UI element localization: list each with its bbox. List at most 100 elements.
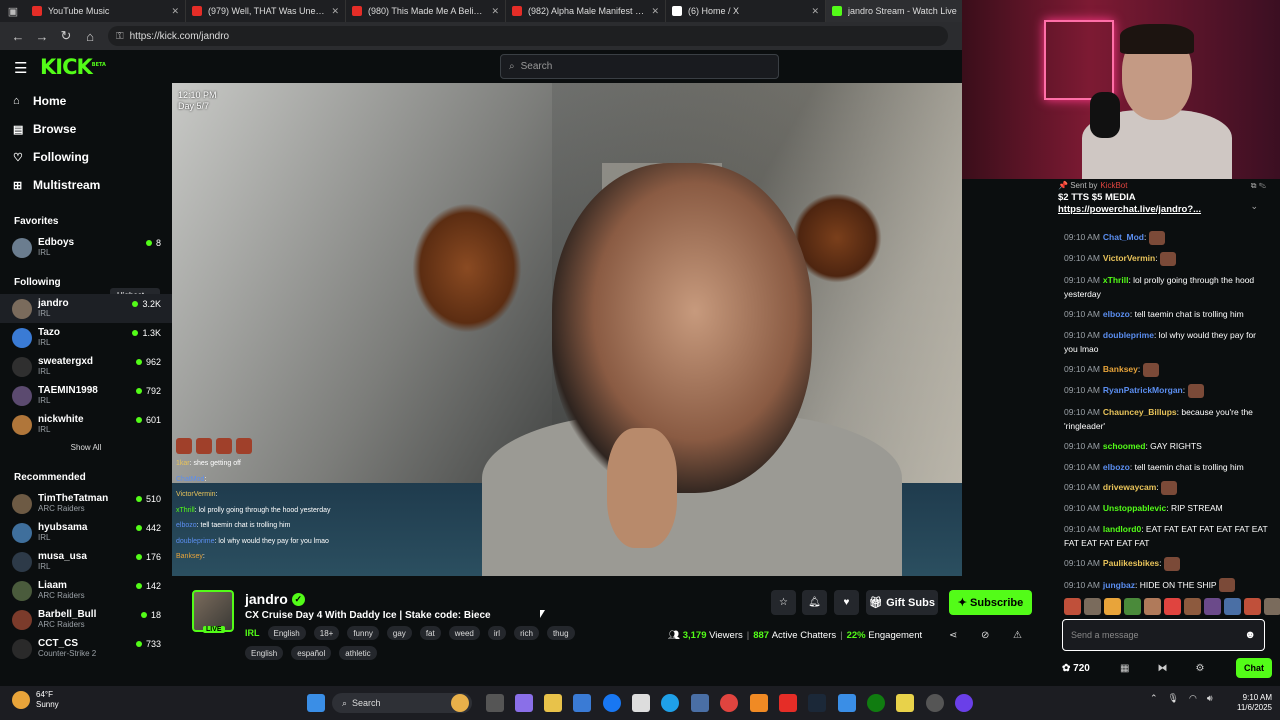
volume-icon[interactable]: 🔊︎ [1207,693,1213,704]
taskbar-clock[interactable]: 9:10 AM 11/6/2025 [1228,693,1272,713]
message-user[interactable]: landlord0 [1103,524,1141,534]
emoji-icon[interactable]: ☻ [1244,629,1256,641]
store-app-icon[interactable] [573,694,591,712]
message-user[interactable]: Unstoppablevic [1103,503,1166,513]
message-user[interactable]: Chat_Mod [1103,232,1144,242]
tag-chip[interactable]: thug [546,626,575,640]
message-user[interactable]: jungbaz [1103,580,1135,590]
pause-chat-icon[interactable]: ⧓ [1157,663,1167,674]
tab-close-icon[interactable]: ✕ [331,6,339,17]
hide-icon[interactable]: ⊘ [981,630,989,641]
hamburger-menu-icon[interactable]: ☰ [14,59,27,77]
copilot-icon[interactable] [515,694,533,712]
channel-item[interactable]: TAEMIN1998 IRL 792 [0,381,172,410]
pin-options-icon[interactable]: ⧉ ✎ [1251,181,1266,191]
channel-item[interactable]: Liaam ARC Raiders 142 [0,576,172,605]
emote[interactable] [1244,598,1261,615]
show-all-button[interactable]: Show All [0,439,172,457]
forward-icon[interactable]: → [30,29,54,44]
message-user[interactable]: doubleprime [1103,330,1154,340]
message-user[interactable]: elbozo [1103,309,1130,319]
site-info-icon[interactable]: ⚿ [116,31,124,42]
message-user[interactable]: RyanPatrickMorgan [1103,385,1183,395]
notes-icon[interactable] [896,694,914,712]
emote[interactable] [1064,598,1081,615]
message-user[interactable]: Paulikesbikes [1103,558,1159,568]
browser-tab[interactable]: (980) This Made Me A Believer in ✕ [346,0,506,22]
chrome-icon[interactable] [720,694,738,712]
gift-subs-button[interactable]: 🎁︎ Gift Subs [866,590,938,615]
pinned-link[interactable]: https://powerchat.live/jandro?... [1058,204,1272,216]
search-input[interactable]: ⌕ Search [500,54,779,79]
send-chat-button[interactable]: Chat [1236,658,1272,678]
home-icon[interactable]: ⌂ [78,29,102,44]
obs-icon[interactable] [955,694,973,712]
message-user[interactable]: drivewaycam [1103,482,1156,492]
tag-chip[interactable]: rich [514,626,539,640]
emote[interactable] [1224,598,1241,615]
channel-points[interactable]: ✿ 720 [1062,663,1112,674]
report-icon[interactable]: ⚠ [1013,630,1022,641]
channel-item[interactable]: hyubsama IRL 442 [0,518,172,547]
notifications-button[interactable]: 🔔︎ [802,590,827,615]
reload-icon[interactable]: ↻ [54,28,78,44]
settings-gear-icon[interactable]: ⚙ [1195,663,1204,674]
tag-chip[interactable]: fat [419,626,441,640]
tag-chip[interactable]: gay [386,626,412,640]
channel-item[interactable]: Barbell_Bull ARC Raiders 18 [0,605,172,634]
task-view-icon[interactable] [486,694,504,712]
sidebar-nav-browse[interactable]: ▤ Browse [0,115,172,143]
tray-chevron-icon[interactable]: ⌃ [1150,693,1158,704]
message-user[interactable]: Chauncey_Billups [1103,407,1177,417]
wifi-icon[interactable]: ◠ [1189,693,1197,704]
channel-item[interactable]: jandro IRL 3.2K [0,294,172,323]
channel-item[interactable]: CCT_CS Counter-Strike 2 733 [0,634,172,663]
app-icon[interactable] [838,694,856,712]
browser-tab[interactable]: (982) Alpha Male Manifest Guru ✕ [506,0,666,22]
browser-tab[interactable]: (979) Well, THAT Was Unexpected ✕ [186,0,346,22]
emote[interactable] [1264,598,1280,615]
kick-logo[interactable]: KICKBETA [40,55,106,79]
url-field[interactable]: ⚿ https://kick.com/jandro [108,26,948,46]
channel-item[interactable]: Tazo IRL 1.3K [0,323,172,352]
tag-chip[interactable]: español [291,646,332,660]
amazon-icon[interactable] [632,694,650,712]
store-icon[interactable]: ▦ [1120,663,1129,674]
emote[interactable] [1164,598,1181,615]
channel-name[interactable]: jandro ✓ [245,591,305,607]
edge-icon[interactable] [661,694,679,712]
tag-chip[interactable]: English [245,646,284,660]
tag-chip[interactable]: 18+ [313,626,340,640]
video-player[interactable]: 12:10 PM Day 5/7 1kar: shes getting off C… [172,83,962,576]
emote[interactable] [1124,598,1141,615]
tab-close-icon[interactable]: ✕ [171,6,179,17]
recording-icon[interactable] [926,694,944,712]
vlc-icon[interactable] [750,694,768,712]
back-icon[interactable]: ← [6,29,30,44]
emote[interactable] [1104,598,1121,615]
file-explorer-icon[interactable] [544,694,562,712]
emote[interactable] [1204,598,1221,615]
share-icon[interactable]: ⋖ [949,630,957,641]
tag-chip[interactable]: English [267,626,306,640]
tab-close-icon[interactable]: ✕ [491,6,499,17]
message-user[interactable]: schoomed [1103,441,1146,451]
mic-icon[interactable]: 🎙︎ [1168,693,1179,704]
tag-chip[interactable]: athletic [339,646,377,660]
subscribe-button[interactable]: ✦ Subscribe [949,590,1032,615]
tab-close-icon[interactable]: ✕ [811,6,819,17]
message-user[interactable]: VictorVermin [1103,253,1155,263]
tag-chip[interactable]: weed [448,626,480,640]
channel-item[interactable]: sweatergxd IRL 962 [0,352,172,381]
sidebar-nav-home[interactable]: ⌂ Home [0,87,172,115]
window-menu-icon[interactable]: ▣ [0,0,26,22]
sidebar-nav-multistream[interactable]: ⊞ Multistream [0,171,172,199]
expand-chevron-icon[interactable]: ⌄ [1250,201,1258,212]
facebook-icon[interactable] [603,694,621,712]
tab-close-icon[interactable]: ✕ [651,6,659,17]
browser-tab[interactable]: (6) Home / X ✕ [666,0,826,22]
channel-item[interactable]: musa_usa IRL 176 [0,547,172,576]
browser-tab[interactable]: YouTube Music ✕ [26,0,186,22]
sidebar-nav-following[interactable]: ♡ Following [0,143,172,171]
steam-icon[interactable] [808,694,826,712]
